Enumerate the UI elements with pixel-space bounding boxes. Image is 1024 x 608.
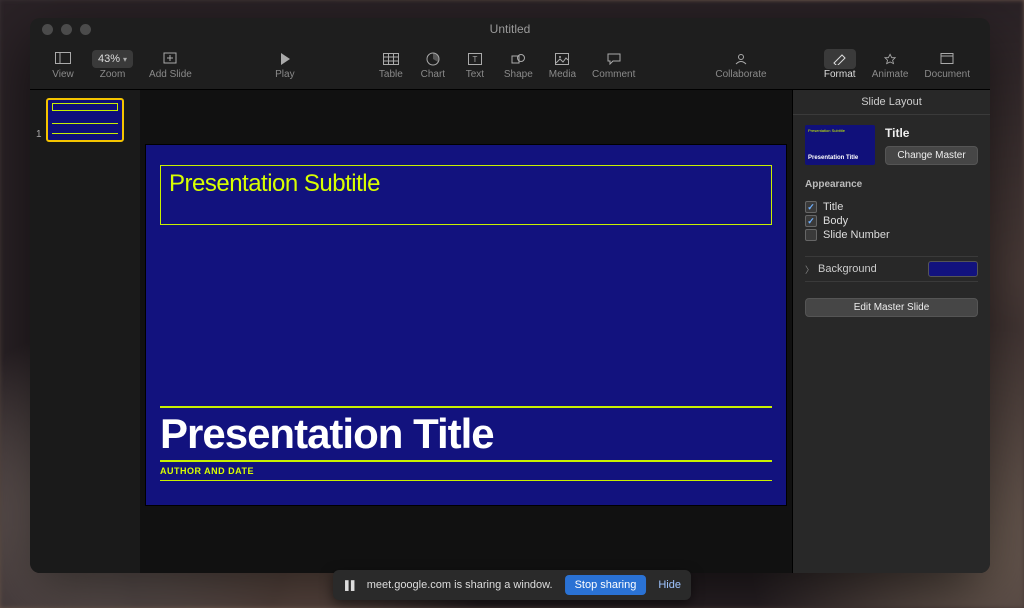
shape-button[interactable]: Shape: [498, 49, 539, 80]
chevron-down-icon: ▾: [123, 55, 127, 64]
change-master-button[interactable]: Change Master: [885, 146, 978, 165]
slide-thumbnail[interactable]: [46, 98, 124, 142]
master-thumbnail: Presentation Subtitle Presentation Title: [805, 125, 875, 165]
document-button[interactable]: Document: [918, 49, 976, 80]
view-button[interactable]: View: [44, 49, 82, 80]
slide-number-checkbox-row[interactable]: Slide Number: [805, 228, 978, 242]
toolbar: View 43%▾ Zoom Add Slide Play Table Char…: [30, 40, 990, 90]
title-placeholder[interactable]: Presentation Title: [160, 406, 772, 462]
shape-icon: [511, 49, 525, 69]
animate-label: Animate: [872, 69, 909, 80]
comment-button[interactable]: Comment: [586, 49, 641, 80]
hide-button[interactable]: Hide: [658, 579, 681, 591]
plus-icon: [162, 49, 178, 69]
title-checkbox[interactable]: [805, 201, 817, 213]
share-message: meet.google.com is sharing a window.: [367, 579, 553, 591]
body-checkbox-label: Body: [823, 215, 848, 227]
svg-text:T: T: [472, 55, 477, 64]
window-controls: [42, 24, 91, 35]
play-label: Play: [275, 69, 294, 80]
zoom-button[interactable]: 43%▾ Zoom: [86, 49, 139, 80]
view-icon: [55, 49, 71, 69]
comment-icon: [607, 49, 621, 69]
background-label: Background: [818, 263, 877, 275]
subtitle-placeholder[interactable]: Presentation Subtitle: [160, 165, 772, 225]
format-button[interactable]: Format: [818, 49, 862, 80]
table-label: Table: [379, 69, 403, 80]
view-label: View: [52, 69, 74, 80]
table-button[interactable]: Table: [372, 49, 410, 80]
comment-label: Comment: [592, 69, 635, 80]
document-icon: [940, 49, 954, 69]
document-label: Document: [924, 69, 970, 80]
appearance-label: Appearance: [805, 179, 978, 190]
chart-button[interactable]: Chart: [414, 49, 452, 80]
text-button[interactable]: T Text: [456, 49, 494, 80]
titlebar: Untitled: [30, 18, 990, 40]
title-group[interactable]: Presentation Title AUTHOR AND DATE: [160, 406, 772, 481]
app-window: Untitled View 43%▾ Zoom Add Slide Play T…: [30, 18, 990, 573]
collaborate-button[interactable]: Collaborate: [709, 49, 772, 80]
edit-master-button[interactable]: Edit Master Slide: [805, 298, 978, 317]
disclosure-icon[interactable]: 〉: [805, 263, 814, 276]
inspector-header: Slide Layout: [793, 90, 990, 115]
format-icon: [824, 49, 856, 69]
master-row: Presentation Subtitle Presentation Title…: [805, 125, 978, 165]
media-button[interactable]: Media: [543, 49, 582, 80]
slide-navigator[interactable]: 1: [30, 90, 140, 573]
title-checkbox-row[interactable]: Title: [805, 200, 978, 214]
zoom-value: 43%: [98, 53, 120, 65]
animate-icon: [882, 49, 898, 69]
slide-number: 1: [36, 129, 42, 140]
minimize-window-button[interactable]: [61, 24, 72, 35]
screen-share-bar: ❚❚ meet.google.com is sharing a window. …: [333, 570, 691, 600]
collaborate-icon: [733, 49, 749, 69]
add-slide-label: Add Slide: [149, 69, 192, 80]
body-checkbox-row[interactable]: Body: [805, 214, 978, 228]
slide[interactable]: Presentation Subtitle Presentation Title…: [146, 145, 786, 505]
background-color-swatch[interactable]: [928, 261, 978, 277]
play-button[interactable]: Play: [266, 49, 304, 80]
zoom-label: Zoom: [100, 69, 126, 80]
author-placeholder[interactable]: AUTHOR AND DATE: [160, 464, 772, 481]
shape-label: Shape: [504, 69, 533, 80]
pause-icon[interactable]: ❚❚: [343, 578, 355, 593]
title-checkbox-label: Title: [823, 201, 843, 213]
animate-button[interactable]: Animate: [866, 49, 915, 80]
title-text[interactable]: Presentation Title: [160, 412, 772, 456]
add-slide-button[interactable]: Add Slide: [143, 49, 198, 80]
slide-number-checkbox-label: Slide Number: [823, 229, 890, 241]
slide-thumbnail-1[interactable]: 1: [36, 98, 134, 142]
stop-sharing-button[interactable]: Stop sharing: [565, 575, 647, 595]
text-label: Text: [466, 69, 484, 80]
inspector-panel: Slide Layout Presentation Subtitle Prese…: [792, 90, 990, 573]
collaborate-label: Collaborate: [715, 69, 766, 80]
window-title: Untitled: [490, 22, 531, 36]
canvas[interactable]: Presentation Subtitle Presentation Title…: [140, 90, 792, 573]
background-row[interactable]: 〉 Background: [805, 256, 978, 282]
media-label: Media: [549, 69, 576, 80]
play-icon: [279, 49, 291, 69]
master-name: Title: [885, 126, 978, 140]
zoom-window-button[interactable]: [80, 24, 91, 35]
table-icon: [383, 49, 399, 69]
media-icon: [555, 49, 569, 69]
author-text[interactable]: AUTHOR AND DATE: [160, 466, 772, 476]
chart-icon: [426, 49, 440, 69]
close-window-button[interactable]: [42, 24, 53, 35]
chart-label: Chart: [421, 69, 445, 80]
body-checkbox[interactable]: [805, 215, 817, 227]
subtitle-text[interactable]: Presentation Subtitle: [169, 170, 763, 198]
format-label: Format: [824, 69, 856, 80]
text-icon: T: [468, 49, 482, 69]
slide-number-checkbox[interactable]: [805, 229, 817, 241]
content-area: 1 Presentation Subtitle Presentation Tit…: [30, 90, 990, 573]
